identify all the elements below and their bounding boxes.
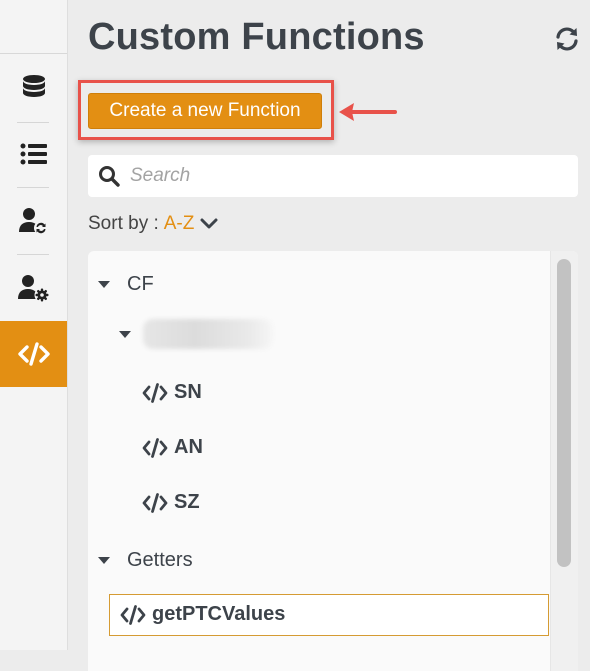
rail-divider: [17, 254, 49, 255]
tree-group-label: Getters: [127, 549, 193, 571]
left-rail: [0, 0, 68, 650]
rail-item-list[interactable]: [0, 122, 67, 186]
search-bar[interactable]: [88, 155, 578, 197]
refresh-icon: [556, 27, 578, 51]
page-title: Custom Functions: [88, 16, 425, 58]
sort-value[interactable]: A-Z: [164, 213, 195, 235]
code-icon: [142, 492, 168, 513]
tree-leaf-label: SZ: [174, 491, 200, 513]
tree-leaf-label: AN: [174, 436, 203, 458]
user-settings-icon: [17, 275, 49, 302]
sort-label: Sort by :: [88, 213, 159, 234]
tree-group-label: CF: [127, 273, 154, 295]
user-sync-icon: [18, 208, 48, 235]
rail-header: [0, 0, 67, 54]
rail-divider: [17, 187, 49, 188]
code-icon: [142, 382, 168, 403]
caret-down-icon[interactable]: [119, 330, 131, 338]
caret-down-icon[interactable]: [98, 557, 110, 564]
rail-item-user-settings[interactable]: [0, 256, 67, 320]
tree-leaf[interactable]: AN: [142, 436, 203, 459]
search-input[interactable]: [128, 164, 552, 188]
chevron-down-icon[interactable]: [200, 218, 218, 230]
rail-item-user-sync[interactable]: [0, 189, 67, 253]
tree-group-getters[interactable]: Getters: [98, 549, 193, 572]
sort-control[interactable]: Sort by : A-Z: [88, 213, 218, 235]
tree-group-cf[interactable]: CF: [98, 273, 154, 296]
create-function-button[interactable]: Create a new Function: [88, 93, 322, 129]
tree-leaf-label: getPTCValues: [152, 603, 286, 625]
tree-leaf[interactable]: SZ: [142, 491, 200, 514]
search-icon: [99, 166, 120, 187]
tree-subgroup[interactable]: [119, 319, 273, 349]
caret-down-icon[interactable]: [98, 281, 110, 288]
redacted-label: [143, 319, 273, 349]
rail-item-custom-functions[interactable]: [0, 321, 67, 387]
tree-leaf-label: SN: [174, 381, 202, 403]
database-icon: [22, 75, 45, 97]
rail-item-database[interactable]: [0, 56, 67, 120]
refresh-button[interactable]: [554, 26, 580, 57]
code-icon: [142, 437, 168, 458]
tree-leaf[interactable]: getPTCValues: [120, 603, 285, 626]
code-icon: [120, 604, 146, 625]
tree-leaf[interactable]: SN: [142, 381, 202, 404]
code-icon: [17, 342, 50, 366]
scrollbar-thumb[interactable]: [557, 259, 571, 567]
annotation-arrow-icon: [339, 103, 397, 121]
function-tree: CF SN AN SZ Getters getPTCValues: [88, 251, 578, 671]
list-icon: [20, 143, 47, 165]
